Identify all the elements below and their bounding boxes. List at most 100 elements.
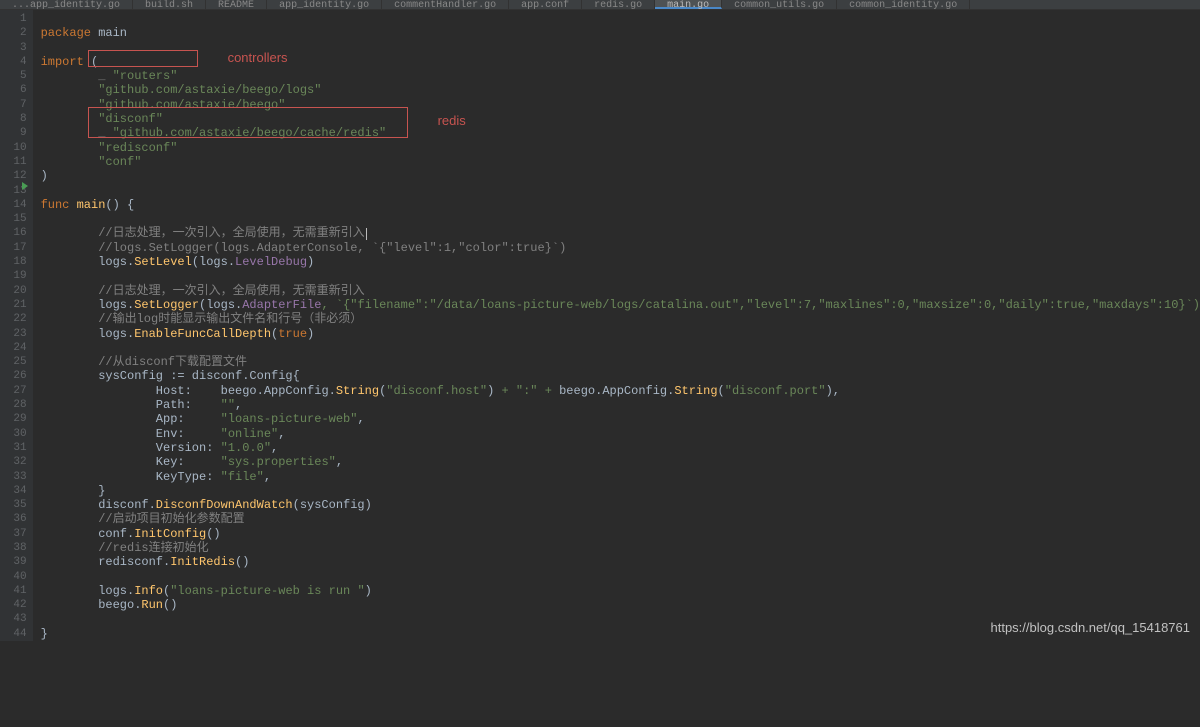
string: "" bbox=[221, 398, 235, 412]
brace: { bbox=[293, 369, 300, 383]
brace: } bbox=[98, 484, 105, 498]
blank-ident: _ bbox=[98, 126, 105, 140]
line-number-gutter: 1234567891011121314151617181920212223242… bbox=[0, 10, 33, 641]
line-number: 5 bbox=[0, 69, 27, 83]
type: Config bbox=[249, 369, 292, 383]
editor-tab[interactable]: commentHandler.go bbox=[382, 0, 509, 9]
string: "sys.properties" bbox=[221, 455, 336, 469]
highlight-box-routers bbox=[88, 50, 198, 67]
line-number: 7 bbox=[0, 98, 27, 112]
expr: beego.AppConfig. bbox=[559, 384, 674, 398]
line-number: 16 bbox=[0, 226, 27, 240]
editor-tab[interactable]: main.go bbox=[655, 0, 722, 9]
line-number: 34 bbox=[0, 484, 27, 498]
editor-tab[interactable]: ...app_identity.go bbox=[0, 0, 133, 9]
string: "online" bbox=[221, 427, 279, 441]
field-key: Env: bbox=[156, 427, 185, 441]
line-number: 29 bbox=[0, 412, 27, 426]
line-number: 22 bbox=[0, 312, 27, 326]
import-path: "github.com/astaxie/beego/cache/redis" bbox=[113, 126, 387, 140]
ident: disconf. bbox=[98, 498, 156, 512]
line-number: 10 bbox=[0, 141, 27, 155]
line-number: 33 bbox=[0, 470, 27, 484]
comment: //日志处理，一次引入，全局使用，无需重新引入 bbox=[98, 226, 364, 240]
ident: logs. bbox=[98, 584, 134, 598]
editor-tab[interactable]: README bbox=[206, 0, 267, 9]
func-name: main bbox=[77, 198, 106, 212]
code-editor: 1234567891011121314151617181920212223242… bbox=[0, 10, 1200, 641]
line-number: 41 bbox=[0, 584, 27, 598]
raw-string: , `{"filename":"/data/loans-picture-web/… bbox=[321, 298, 1200, 312]
call: EnableFuncCallDepth bbox=[134, 327, 271, 341]
line-number: 25 bbox=[0, 355, 27, 369]
const: AdapterFile bbox=[242, 298, 321, 312]
call: SetLogger bbox=[134, 298, 199, 312]
func-sig: () { bbox=[105, 198, 134, 212]
annotation-redis: redis bbox=[438, 114, 466, 128]
line-number: 4 bbox=[0, 55, 27, 69]
import-path: "disconf" bbox=[98, 112, 163, 126]
string: "1.0.0" bbox=[221, 441, 271, 455]
line-number: 17 bbox=[0, 241, 27, 255]
line-number: 15 bbox=[0, 212, 27, 226]
field-key: KeyType: bbox=[156, 470, 214, 484]
ident: beego. bbox=[98, 598, 141, 612]
line-number: 35 bbox=[0, 498, 27, 512]
string: "loans-picture-web" bbox=[221, 412, 358, 426]
string: "disconf.host" bbox=[386, 384, 487, 398]
editor-tab[interactable]: common_identity.go bbox=[837, 0, 970, 9]
blank-ident: _ bbox=[98, 69, 105, 83]
code-area[interactable]: package main import ( _ "routers" "githu… bbox=[33, 10, 1200, 641]
args: (logs. bbox=[199, 298, 242, 312]
line-number: 39 bbox=[0, 555, 27, 569]
paren: ) bbox=[307, 327, 314, 341]
const: LevelDebug bbox=[235, 255, 307, 269]
editor-tab[interactable]: app_identity.go bbox=[267, 0, 382, 9]
line-number: 9 bbox=[0, 126, 27, 140]
annotation-controllers: controllers bbox=[228, 51, 288, 65]
line-number: 27 bbox=[0, 384, 27, 398]
line-number: 1 bbox=[0, 12, 27, 26]
args: (sysConfig) bbox=[293, 498, 372, 512]
field-key: Path: bbox=[156, 398, 192, 412]
line-number: 3 bbox=[0, 41, 27, 55]
line-number: 24 bbox=[0, 341, 27, 355]
line-number: 21 bbox=[0, 298, 27, 312]
import-path: "conf" bbox=[98, 155, 141, 169]
line-number: 11 bbox=[0, 155, 27, 169]
editor-tab[interactable]: redis.go bbox=[582, 0, 655, 9]
comment: //输出log时能显示输出文件名和行号（非必须） bbox=[98, 312, 362, 326]
expr: beego.AppConfig. bbox=[221, 384, 336, 398]
line-number: 38 bbox=[0, 541, 27, 555]
keyword-func: func bbox=[41, 198, 70, 212]
keyword-package: package bbox=[41, 26, 91, 40]
string: + ":" + bbox=[494, 384, 559, 398]
paren: ) bbox=[41, 169, 48, 183]
line-number: 2 bbox=[0, 26, 27, 40]
editor-tab[interactable]: app.conf bbox=[509, 0, 582, 9]
bool: true bbox=[278, 327, 307, 341]
import-path: "routers" bbox=[113, 69, 178, 83]
field-key: Host: bbox=[156, 384, 192, 398]
comment: //日志处理，一次引入，全局使用，无需重新引入 bbox=[98, 284, 364, 298]
string: "loans-picture-web is run " bbox=[170, 584, 364, 598]
line-number: 36 bbox=[0, 512, 27, 526]
line-number: 31 bbox=[0, 441, 27, 455]
line-number: 37 bbox=[0, 527, 27, 541]
ident: redisconf. bbox=[98, 555, 170, 569]
args: () bbox=[235, 555, 249, 569]
editor-tab[interactable]: build.sh bbox=[133, 0, 206, 9]
line-number: 28 bbox=[0, 398, 27, 412]
line-number: 20 bbox=[0, 284, 27, 298]
line-number: 14 bbox=[0, 198, 27, 212]
paren: ) bbox=[307, 255, 314, 269]
import-path: "redisconf" bbox=[98, 141, 177, 155]
run-gutter-icon[interactable] bbox=[22, 182, 28, 190]
editor-tab[interactable]: common_utils.go bbox=[722, 0, 837, 9]
string: "disconf.port" bbox=[725, 384, 826, 398]
ident: logs. bbox=[98, 327, 134, 341]
call: String bbox=[336, 384, 379, 398]
line-number: 30 bbox=[0, 427, 27, 441]
args: () bbox=[206, 527, 220, 541]
ident: logs. bbox=[98, 298, 134, 312]
